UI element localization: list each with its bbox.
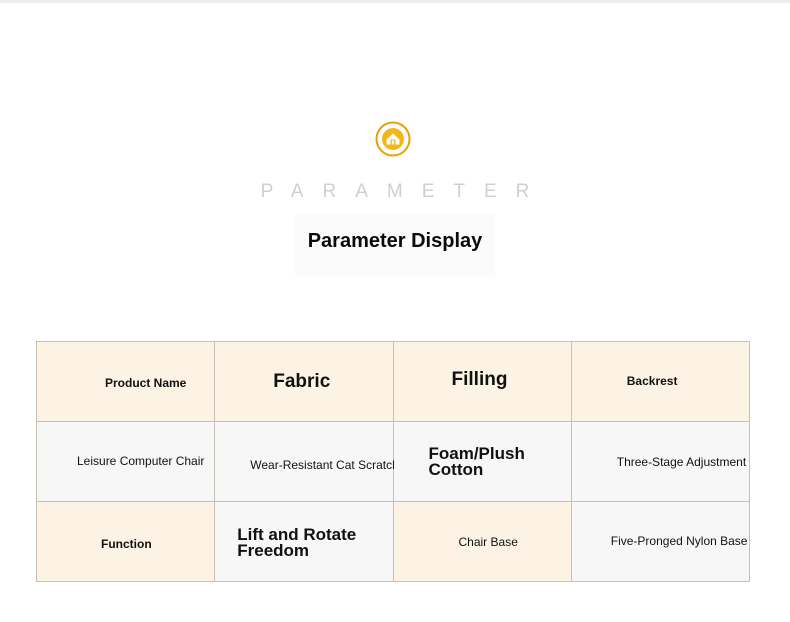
cell-label-chair-base: Chair Base	[458, 535, 518, 549]
home-icon	[375, 121, 411, 157]
table-cell: Function	[35, 501, 216, 582]
top-divider	[0, 0, 790, 3]
table-cell: Chair Base	[392, 501, 572, 582]
table-row: Function Lift and Rotate Freedom Chair B…	[35, 501, 751, 582]
table-cell: Three-Stage Adjustment	[570, 421, 751, 502]
table-cell: Lift and Rotate Freedom	[214, 501, 394, 582]
table-cell: Leisure Computer Chair	[35, 421, 216, 502]
cell-label-function: Function	[101, 537, 152, 551]
table-row: Product Name Fabric Filling Backrest	[35, 341, 751, 422]
page-title: Parameter Display	[307, 230, 483, 252]
table-cell: Fabric	[214, 341, 394, 422]
cell-label-product-name: Product Name	[105, 376, 187, 390]
cell-value-filling-detail: Foam/Plush Cotton	[428, 444, 525, 479]
cell-value-filling: Filling	[451, 369, 508, 390]
table-row: Leisure Computer Chair Wear-Resistant Ca…	[35, 421, 751, 502]
table-cell: Backrest	[570, 341, 751, 422]
cell-value-function: Lift and Rotate Freedom	[237, 525, 357, 560]
parameter-table: Product Name Fabric Filling Backrest Lei…	[35, 341, 751, 582]
cell-label-backrest: Backrest	[626, 374, 678, 388]
table-cell: Wear-Resistant Cat Scratch Leather	[214, 421, 443, 502]
cell-value-backrest-detail: Three-Stage Adjustment	[616, 455, 747, 469]
table-cell: Product Name	[35, 341, 216, 422]
table-cell: Filling	[392, 341, 572, 422]
cell-value-chair-base: Five-Pronged Nylon Base	[610, 534, 748, 548]
cell-value-product: Leisure Computer Chair	[77, 454, 205, 468]
section-eyebrow: PARAMETER	[260, 181, 549, 202]
cell-value-fabric: Fabric	[273, 371, 331, 392]
table-cell: Foam/Plush Cotton	[392, 421, 572, 502]
table-cell: Five-Pronged Nylon Base	[570, 501, 751, 582]
